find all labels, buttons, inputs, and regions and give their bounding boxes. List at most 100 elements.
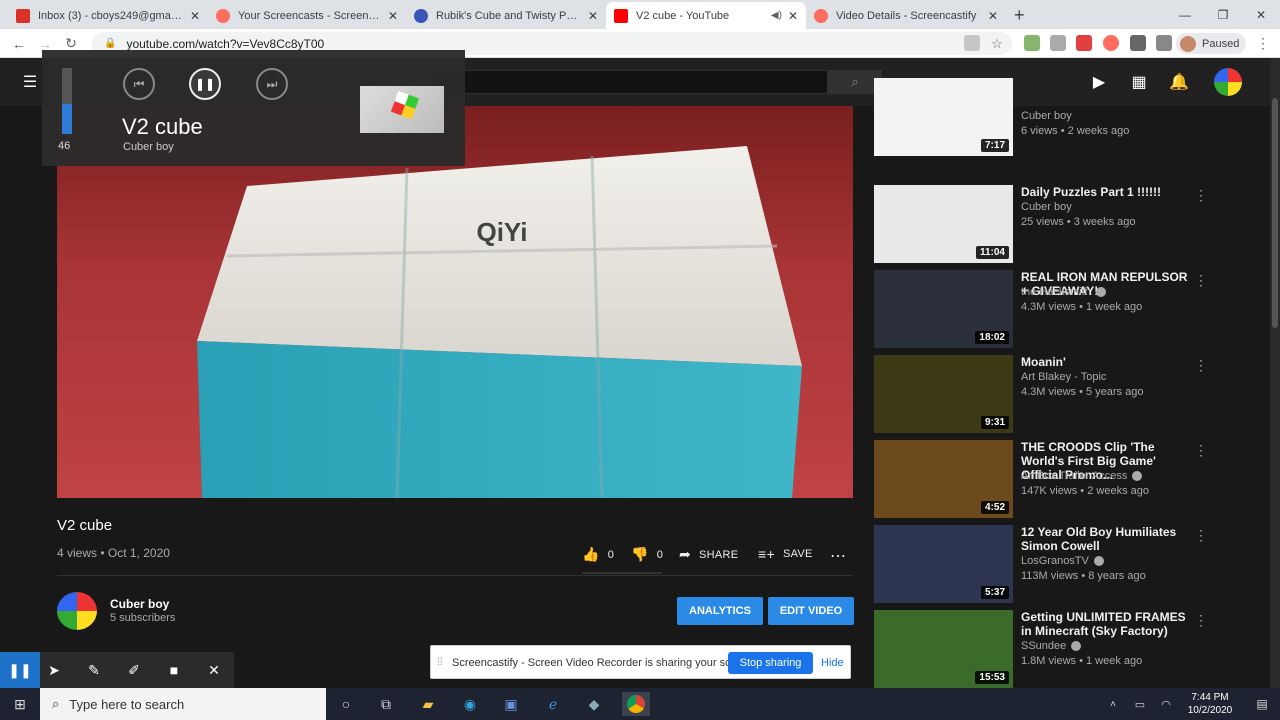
back-icon[interactable]: ← <box>6 29 32 58</box>
pause-button[interactable]: ❚❚ <box>189 68 221 100</box>
bookmark-star-icon[interactable]: ☆ <box>984 29 1010 58</box>
more-options-icon[interactable]: ⋮ <box>1194 357 1208 374</box>
cortana-icon[interactable]: ○ <box>334 692 358 716</box>
search-icon: ⌕ <box>52 696 60 711</box>
channel-avatar[interactable] <box>57 592 97 630</box>
new-tab-button[interactable]: + <box>1010 2 1034 29</box>
pen-tool-icon[interactable]: ✎ <box>74 652 114 688</box>
recommendation-channel[interactable]: Art Blakey - Topic <box>1021 371 1106 383</box>
screencastify-extension-icon[interactable] <box>1103 35 1119 51</box>
tab-gmail[interactable]: Inbox (3) - cboys249@gmail.com ✕ <box>8 2 208 29</box>
hamburger-menu-icon[interactable]: ☰ <box>20 72 40 92</box>
more-options-icon[interactable]: ⋮ <box>1194 527 1208 544</box>
recommendation-title[interactable]: Moanin' <box>1021 355 1191 369</box>
extension-icon[interactable] <box>1050 35 1066 51</box>
tab-video-details[interactable]: Video Details - Screencastify ✕ <box>806 2 1006 29</box>
next-track-button[interactable]: ⏭ <box>256 68 288 100</box>
video-thumbnail[interactable]: 7:17 <box>874 78 1013 156</box>
video-thumbnail[interactable]: 9:31 <box>874 355 1013 433</box>
extension-icon[interactable] <box>1024 35 1040 51</box>
show-hidden-icons-icon[interactable]: ˄ <box>1101 692 1125 716</box>
recommendation-title[interactable]: Getting UNLIMITED FRAMES in Minecraft (S… <box>1021 610 1191 638</box>
recommendation-channel[interactable]: AniBox Trailer Access <box>1021 470 1143 482</box>
tab-rubiks[interactable]: Rubik's Cube and Twisty Puzzle C ✕ <box>406 2 606 29</box>
previous-track-button[interactable]: ⏮ <box>123 68 155 100</box>
camera-icon[interactable]: ■ <box>154 652 194 688</box>
avatar[interactable] <box>1214 68 1242 96</box>
close-window-icon[interactable]: ✕ <box>1242 0 1280 29</box>
close-icon[interactable]: ✕ <box>190 9 200 23</box>
recommendation-channel[interactable]: Cuber boy <box>1021 110 1072 122</box>
close-icon[interactable]: ✕ <box>588 9 598 23</box>
video-thumbnail[interactable]: 4:52 <box>874 440 1013 518</box>
maximize-icon[interactable]: ❐ <box>1204 0 1242 29</box>
scrollbar[interactable] <box>1270 58 1280 688</box>
more-options-icon[interactable]: ⋮ <box>1194 187 1208 204</box>
close-icon[interactable]: ✕ <box>988 9 998 23</box>
puzzle-extensions-icon[interactable] <box>1130 35 1146 51</box>
speaker-icon[interactable]: ◀) <box>771 10 782 21</box>
recommendation-title[interactable]: Daily Puzzles Part 1 !!!!!! <box>1021 185 1191 199</box>
recommendation-item[interactable]: 9:31 Moanin' Art Blakey - Topic 4.3M views … <box>874 355 1214 439</box>
search-input[interactable] <box>430 70 828 94</box>
chrome-icon[interactable] <box>622 692 650 716</box>
wifi-icon[interactable]: ◠ <box>1154 692 1178 716</box>
stop-sharing-button[interactable]: Stop sharing <box>728 652 813 674</box>
hide-button[interactable]: Hide <box>821 652 844 674</box>
share-button[interactable]: ➦ SHARE <box>679 546 738 563</box>
recommendation-item[interactable]: 4:52 THE CROODS Clip 'The World's First B… <box>874 440 1214 524</box>
browser-menu-icon[interactable]: ⋮ <box>1250 29 1276 58</box>
recommendation-item[interactable]: 18:02 REAL IRON MAN REPULSOR + GIVEAWAY! t… <box>874 270 1214 354</box>
more-actions-icon[interactable]: ⋯ <box>830 546 846 566</box>
save-button[interactable]: ≡+ SAVE <box>758 546 813 562</box>
internet-explorer-icon[interactable]: ℯ <box>541 692 565 716</box>
video-thumbnail[interactable]: 15:53 <box>874 610 1013 688</box>
recommendation-channel[interactable]: Cuber boy <box>1021 201 1072 213</box>
recommendation-item[interactable]: 15:53 Getting UNLIMITED FRAMES in Minecra… <box>874 610 1214 694</box>
windows-start-icon[interactable]: ⊞ <box>8 692 32 716</box>
scrollbar-thumb[interactable] <box>1272 98 1278 328</box>
app-icon[interactable]: ▣ <box>499 692 523 716</box>
close-icon[interactable]: ✕ <box>788 9 798 23</box>
profile-button[interactable]: Paused <box>1176 33 1246 54</box>
task-view-icon[interactable]: ⧉ <box>374 692 398 716</box>
recommendation-channel[interactable]: SSundee <box>1021 640 1082 652</box>
recommendation-title[interactable]: 12 Year Old Boy Humiliates Simon Cowell <box>1021 525 1191 553</box>
more-options-icon[interactable]: ⋮ <box>1194 272 1208 289</box>
recommendation-item[interactable]: 11:04 Daily Puzzles Part 1 !!!!!! Cuber bo… <box>874 185 1214 269</box>
app-icon[interactable]: ◆ <box>582 692 606 716</box>
recommendation-channel[interactable]: LosGranosTV <box>1021 555 1104 567</box>
like-button[interactable]: 👍 0 <box>582 546 614 563</box>
recommendation-item[interactable]: 7:17 Cuber boy 6 views • 2 weeks ago <box>874 78 1214 164</box>
extension-icon[interactable] <box>1076 35 1092 51</box>
video-thumbnail[interactable]: 18:02 <box>874 270 1013 348</box>
more-options-icon[interactable]: ⋮ <box>1194 612 1208 629</box>
more-options-icon[interactable]: ⋮ <box>1194 442 1208 459</box>
highlighter-icon[interactable]: ✐ <box>114 652 154 688</box>
edit-video-button[interactable]: EDIT VIDEO <box>768 597 854 625</box>
analytics-button[interactable]: ANALYTICS <box>677 597 763 625</box>
close-icon[interactable]: ✕ <box>388 9 398 23</box>
screen-sharing-bar: ⁞⁞ Screencastify - Screen Video Recorder… <box>430 645 851 679</box>
notifications-icon[interactable]: ▤ <box>1250 692 1274 716</box>
tab-screencasts[interactable]: Your Screencasts - Screencastify ✕ <box>208 2 406 29</box>
video-thumbnail[interactable]: 11:04 <box>874 185 1013 263</box>
recommendation-item[interactable]: 5:37 12 Year Old Boy Humiliates Simon Cow… <box>874 525 1214 609</box>
dislike-button[interactable]: 👎 0 <box>631 546 663 563</box>
edge-icon[interactable]: ◉ <box>458 692 482 716</box>
cursor-tool-icon[interactable]: ➤ <box>34 652 74 688</box>
taskbar-search[interactable]: ⌕ Type here to search <box>40 688 326 720</box>
reading-list-icon[interactable] <box>1156 35 1172 51</box>
close-toolbar-icon[interactable]: ✕ <box>194 652 234 688</box>
drag-handle-icon[interactable]: ⁞⁞ <box>437 657 443 668</box>
minimize-icon[interactable]: — <box>1166 0 1204 29</box>
video-thumbnail[interactable]: 5:37 <box>874 525 1013 603</box>
system-clock[interactable]: 7:44 PM 10/2/2020 <box>1180 691 1240 717</box>
recommendation-channel[interactable]: the Hacksmith <box>1021 286 1106 298</box>
volume-slider[interactable] <box>62 68 72 134</box>
tab-youtube[interactable]: V2 cube - YouTube ◀) ✕ <box>606 2 806 29</box>
file-explorer-icon[interactable]: ▰ <box>416 692 440 716</box>
battery-icon[interactable]: ▭ <box>1128 692 1152 716</box>
channel-name[interactable]: Cuber boy <box>110 597 169 611</box>
translate-icon[interactable] <box>964 35 980 51</box>
